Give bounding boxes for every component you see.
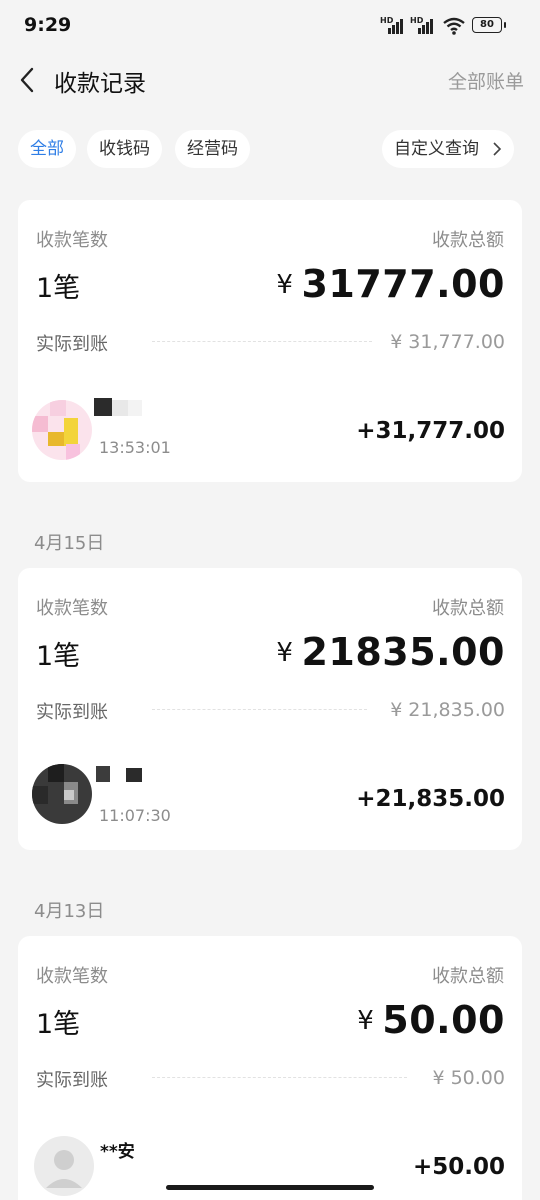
count-value: 1笔: [36, 641, 81, 672]
currency-symbol: ¥: [390, 699, 403, 721]
filter-chip-all-label: 全部: [30, 139, 64, 159]
filter-chip-all[interactable]: 全部: [18, 130, 76, 168]
actual-amount: 50.00: [450, 1067, 505, 1089]
avatar-fragment: [96, 766, 110, 782]
actual-label: 实际到账: [36, 702, 108, 723]
transaction-time: 13:53:01: [99, 438, 171, 457]
date-header: 4月15日: [34, 533, 105, 554]
signal-icon-2: HD: [410, 16, 440, 36]
actual-value: ¥21,835.00: [390, 699, 505, 721]
count-value: 1笔: [36, 1009, 81, 1040]
default-avatar-icon: [34, 1136, 94, 1196]
payer-name: **安: [100, 1142, 135, 1162]
custom-query-label: 自定义查询: [394, 139, 479, 159]
actual-amount: 31,777.00: [408, 331, 505, 353]
filter-chip-payment-code-label: 收钱码: [99, 139, 150, 159]
battery-icon: 80: [472, 17, 506, 33]
currency-symbol: ¥: [390, 331, 403, 353]
signal-icon-1: HD: [380, 16, 410, 36]
chevron-right-icon: [493, 142, 502, 156]
total-amount: 31777.00: [301, 262, 505, 306]
currency-symbol: ¥: [357, 1006, 375, 1036]
total-value: ¥21835.00: [276, 630, 505, 674]
actual-label: 实际到账: [36, 334, 108, 355]
avatar: [32, 764, 92, 824]
total-label: 收款总额: [432, 598, 504, 619]
actual-amount: 21,835.00: [408, 699, 505, 721]
total-amount: 21835.00: [301, 630, 505, 674]
summary-card-1[interactable]: 收款笔数 收款总额 1笔 ¥31777.00 实际到账 ¥31,777.00 1…: [18, 200, 522, 482]
avatar-fragment: [126, 768, 142, 782]
filter-chip-business-code[interactable]: 经营码: [175, 130, 250, 168]
summary-card-2[interactable]: 收款笔数 收款总额 1笔 ¥21835.00 实际到账 ¥21,835.00 1…: [18, 568, 522, 850]
summary-card-3[interactable]: 收款笔数 收款总额 1笔 ¥50.00 实际到账 ¥50.00 **安 +50.…: [18, 936, 522, 1200]
status-time: 9:29: [24, 14, 72, 36]
back-arrow-icon[interactable]: [14, 65, 44, 95]
count-label: 收款笔数: [36, 230, 108, 251]
total-value: ¥50.00: [357, 998, 505, 1042]
status-bar: 9:29 HD HD 80: [0, 0, 540, 52]
wifi-icon: [443, 17, 465, 35]
actual-label: 实际到账: [36, 1070, 108, 1091]
dashed-divider: [152, 341, 372, 342]
total-value: ¥31777.00: [276, 262, 505, 306]
all-bills-link[interactable]: 全部账单: [448, 67, 524, 94]
currency-symbol: ¥: [276, 270, 294, 300]
transaction-amount: +50.00: [412, 1154, 505, 1180]
date-header: 4月13日: [34, 901, 105, 922]
custom-query-button[interactable]: 自定义查询: [382, 130, 515, 168]
transaction-amount: +21,835.00: [356, 786, 505, 812]
count-label: 收款笔数: [36, 598, 108, 619]
currency-symbol: ¥: [276, 638, 294, 668]
actual-value: ¥50.00: [433, 1067, 506, 1089]
dashed-divider: [152, 1077, 407, 1078]
count-value: 1笔: [36, 273, 81, 304]
transaction-amount: +31,777.00: [356, 418, 505, 444]
avatar: [32, 400, 92, 460]
dashed-divider: [152, 709, 367, 710]
actual-value: ¥31,777.00: [390, 331, 505, 353]
header: 收款记录 全部账单: [0, 52, 540, 108]
avatar-fragment: [112, 400, 128, 416]
total-label: 收款总额: [432, 230, 504, 251]
home-indicator[interactable]: [166, 1185, 374, 1190]
page-title: 收款记录: [54, 71, 146, 97]
filter-chip-business-code-label: 经营码: [187, 139, 238, 159]
total-amount: 50.00: [382, 998, 505, 1042]
currency-symbol: ¥: [432, 1067, 445, 1089]
total-label: 收款总额: [432, 966, 504, 987]
transaction-time: 11:07:30: [99, 806, 171, 825]
filter-chips: 全部 收钱码 经营码 自定义查询: [0, 130, 540, 170]
avatar-fragment: [128, 400, 142, 416]
count-label: 收款笔数: [36, 966, 108, 987]
avatar-fragment: [94, 398, 112, 416]
filter-chip-payment-code[interactable]: 收钱码: [87, 130, 162, 168]
